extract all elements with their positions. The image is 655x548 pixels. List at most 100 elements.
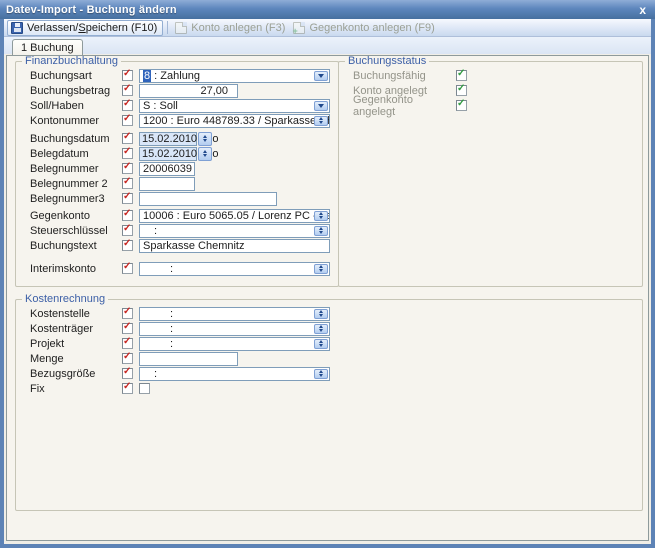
- menge-input[interactable]: [139, 352, 238, 366]
- check-icon: ✓: [123, 208, 131, 219]
- belegdatum-field[interactable]: 15.02.2010 /Mo: [139, 147, 212, 161]
- field-label: Belegnummer 2: [30, 178, 122, 190]
- spin-updown-icon[interactable]: [198, 147, 212, 161]
- status-label: Buchungsfähig: [353, 70, 456, 82]
- kostentraeger-spinner[interactable]: :: [139, 322, 330, 336]
- spin-updown-icon[interactable]: [314, 369, 328, 379]
- enable-checkbox[interactable]: ✓: [122, 353, 133, 364]
- field-label: Buchungsart: [30, 70, 122, 82]
- field-label: Menge: [30, 353, 122, 365]
- field-label: Buchungsdatum: [30, 133, 122, 145]
- soll-haben-combobox[interactable]: S : Soll: [139, 99, 330, 113]
- interimskonto-spinner[interactable]: :: [139, 262, 330, 276]
- field-row-kontonummer: Kontonummer ✓ 1200 : Euro 448789.33 / Sp…: [30, 113, 330, 128]
- close-icon[interactable]: x: [637, 4, 648, 16]
- toolbar: Verlassen/Speichern (F10) Konto anlegen …: [4, 19, 651, 37]
- spin-updown-icon[interactable]: [314, 116, 328, 126]
- bezugsgroesse-spinner[interactable]: :: [139, 367, 330, 381]
- field-label: Interimskonto: [30, 263, 122, 275]
- buchungsbetrag-input[interactable]: 27,00: [139, 84, 238, 98]
- field-row-belegnummer: Belegnummer ✓ 20006039: [30, 161, 330, 176]
- check-icon: ✓: [123, 98, 131, 109]
- create-konto-button[interactable]: Konto anlegen (F3): [172, 20, 290, 36]
- status-checkbox: ✓: [456, 70, 467, 81]
- kostenstelle-spinner[interactable]: :: [139, 307, 330, 321]
- dropdown-arrow-icon[interactable]: [314, 71, 328, 81]
- field-label: Belegdatum: [30, 148, 122, 160]
- create-gegenkonto-button[interactable]: + Gegenkonto anlegen (F9): [290, 20, 439, 36]
- field-label: Bezugsgröße: [30, 368, 122, 380]
- check-icon: ✓: [123, 351, 131, 362]
- enable-checkbox[interactable]: ✓: [122, 240, 133, 251]
- title-bar[interactable]: Datev-Import - Buchung ändern x: [0, 0, 655, 19]
- buchungsart-combobox[interactable]: 8 : Zahlung: [139, 69, 330, 83]
- belegnummer3-input[interactable]: [139, 192, 277, 206]
- steuerschluessel-spinner[interactable]: :: [139, 224, 330, 238]
- field-row-gegenkonto: Gegenkonto ✓ 10006 : Euro 5065.05 / Lore…: [30, 208, 330, 223]
- group-kostenrechnung: Kostenrechnung Kostenstelle ✓ : Kostentr…: [15, 294, 643, 511]
- group-title: Buchungsstatus: [345, 56, 429, 66]
- tab-page: Finanzbuchhaltung Buchungsart ✓ 8 : Zahl…: [6, 55, 649, 541]
- save-icon: [11, 22, 23, 34]
- kontonummer-spinner[interactable]: 1200 : Euro 448789.33 / Sparkasse Chemni…: [139, 114, 330, 128]
- projekt-spinner[interactable]: :: [139, 337, 330, 351]
- enable-checkbox[interactable]: ✓: [122, 210, 133, 221]
- enable-checkbox[interactable]: ✓: [122, 70, 133, 81]
- group-title: Finanzbuchhaltung: [22, 56, 121, 66]
- gegenkonto-spinner[interactable]: 10006 : Euro 5065.05 / Lorenz PC - Techn…: [139, 209, 330, 223]
- enable-checkbox[interactable]: ✓: [122, 133, 133, 144]
- field-label: Kontonummer: [30, 115, 122, 127]
- spin-updown-icon[interactable]: [314, 339, 328, 349]
- check-icon: ✓: [123, 191, 131, 202]
- check-icon: ✓: [123, 83, 131, 94]
- group-finanzbuchhaltung: Finanzbuchhaltung Buchungsart ✓ 8 : Zahl…: [15, 56, 339, 287]
- field-row-buchungstext: Buchungstext ✓ Sparkasse Chemnitz: [30, 238, 330, 253]
- spin-updown-icon[interactable]: [314, 211, 328, 221]
- enable-checkbox[interactable]: ✓: [122, 178, 133, 189]
- tab-strip: 1 Buchung: [4, 37, 651, 54]
- belegnummer-input[interactable]: 20006039: [139, 162, 195, 176]
- check-icon: ✓: [123, 68, 131, 79]
- check-icon: ✓: [457, 98, 465, 109]
- belegnummer2-input[interactable]: [139, 177, 195, 191]
- spin-updown-icon[interactable]: [314, 264, 328, 274]
- spin-updown-icon[interactable]: [314, 309, 328, 319]
- selected-text: 8: [143, 70, 151, 82]
- check-icon: ✓: [123, 321, 131, 332]
- enable-checkbox[interactable]: ✓: [122, 368, 133, 379]
- fix-checkbox[interactable]: ✓: [139, 383, 150, 394]
- check-icon: ✓: [123, 261, 131, 272]
- tab-buchung[interactable]: 1 Buchung: [12, 39, 83, 55]
- new-page-icon: [175, 22, 187, 34]
- enable-checkbox[interactable]: ✓: [122, 323, 133, 334]
- field-label: Gegenkonto: [30, 210, 122, 222]
- enable-checkbox[interactable]: ✓: [122, 263, 133, 274]
- status-row-buchungsfaehig: Buchungsfähig ✓: [353, 68, 634, 83]
- enable-checkbox[interactable]: ✓: [122, 85, 133, 96]
- enable-checkbox[interactable]: ✓: [122, 225, 133, 236]
- field-label: Steuerschlüssel: [30, 225, 122, 237]
- enable-checkbox[interactable]: ✓: [122, 383, 133, 394]
- enable-checkbox[interactable]: ✓: [122, 193, 133, 204]
- enable-checkbox[interactable]: ✓: [122, 115, 133, 126]
- check-icon: ✓: [123, 161, 131, 172]
- field-row-buchungsbetrag: Buchungsbetrag ✓ 27,00: [30, 83, 330, 98]
- buchungstext-input[interactable]: Sparkasse Chemnitz: [139, 239, 330, 253]
- field-row-interimskonto: Interimskonto ✓ :: [30, 261, 330, 276]
- app-window: Datev-Import - Buchung ändern x Verlasse…: [0, 0, 655, 548]
- save-exit-label: Verlassen/Speichern (F10): [27, 22, 157, 34]
- dropdown-arrow-icon[interactable]: [314, 101, 328, 111]
- field-label: Soll/Haben: [30, 100, 122, 112]
- enable-checkbox[interactable]: ✓: [122, 308, 133, 319]
- create-gegenkonto-label: Gegenkonto anlegen (F9): [309, 22, 434, 34]
- spin-updown-icon[interactable]: [314, 226, 328, 236]
- enable-checkbox[interactable]: ✓: [122, 163, 133, 174]
- enable-checkbox[interactable]: ✓: [122, 100, 133, 111]
- buchungsdatum-field[interactable]: 15.02.2010 /Mo: [139, 132, 212, 146]
- enable-checkbox[interactable]: ✓: [122, 148, 133, 159]
- field-label: Kostenträger: [30, 323, 122, 335]
- spin-updown-icon[interactable]: [314, 324, 328, 334]
- enable-checkbox[interactable]: ✓: [122, 338, 133, 349]
- spin-updown-icon[interactable]: [198, 132, 212, 146]
- save-exit-button[interactable]: Verlassen/Speichern (F10): [7, 20, 163, 36]
